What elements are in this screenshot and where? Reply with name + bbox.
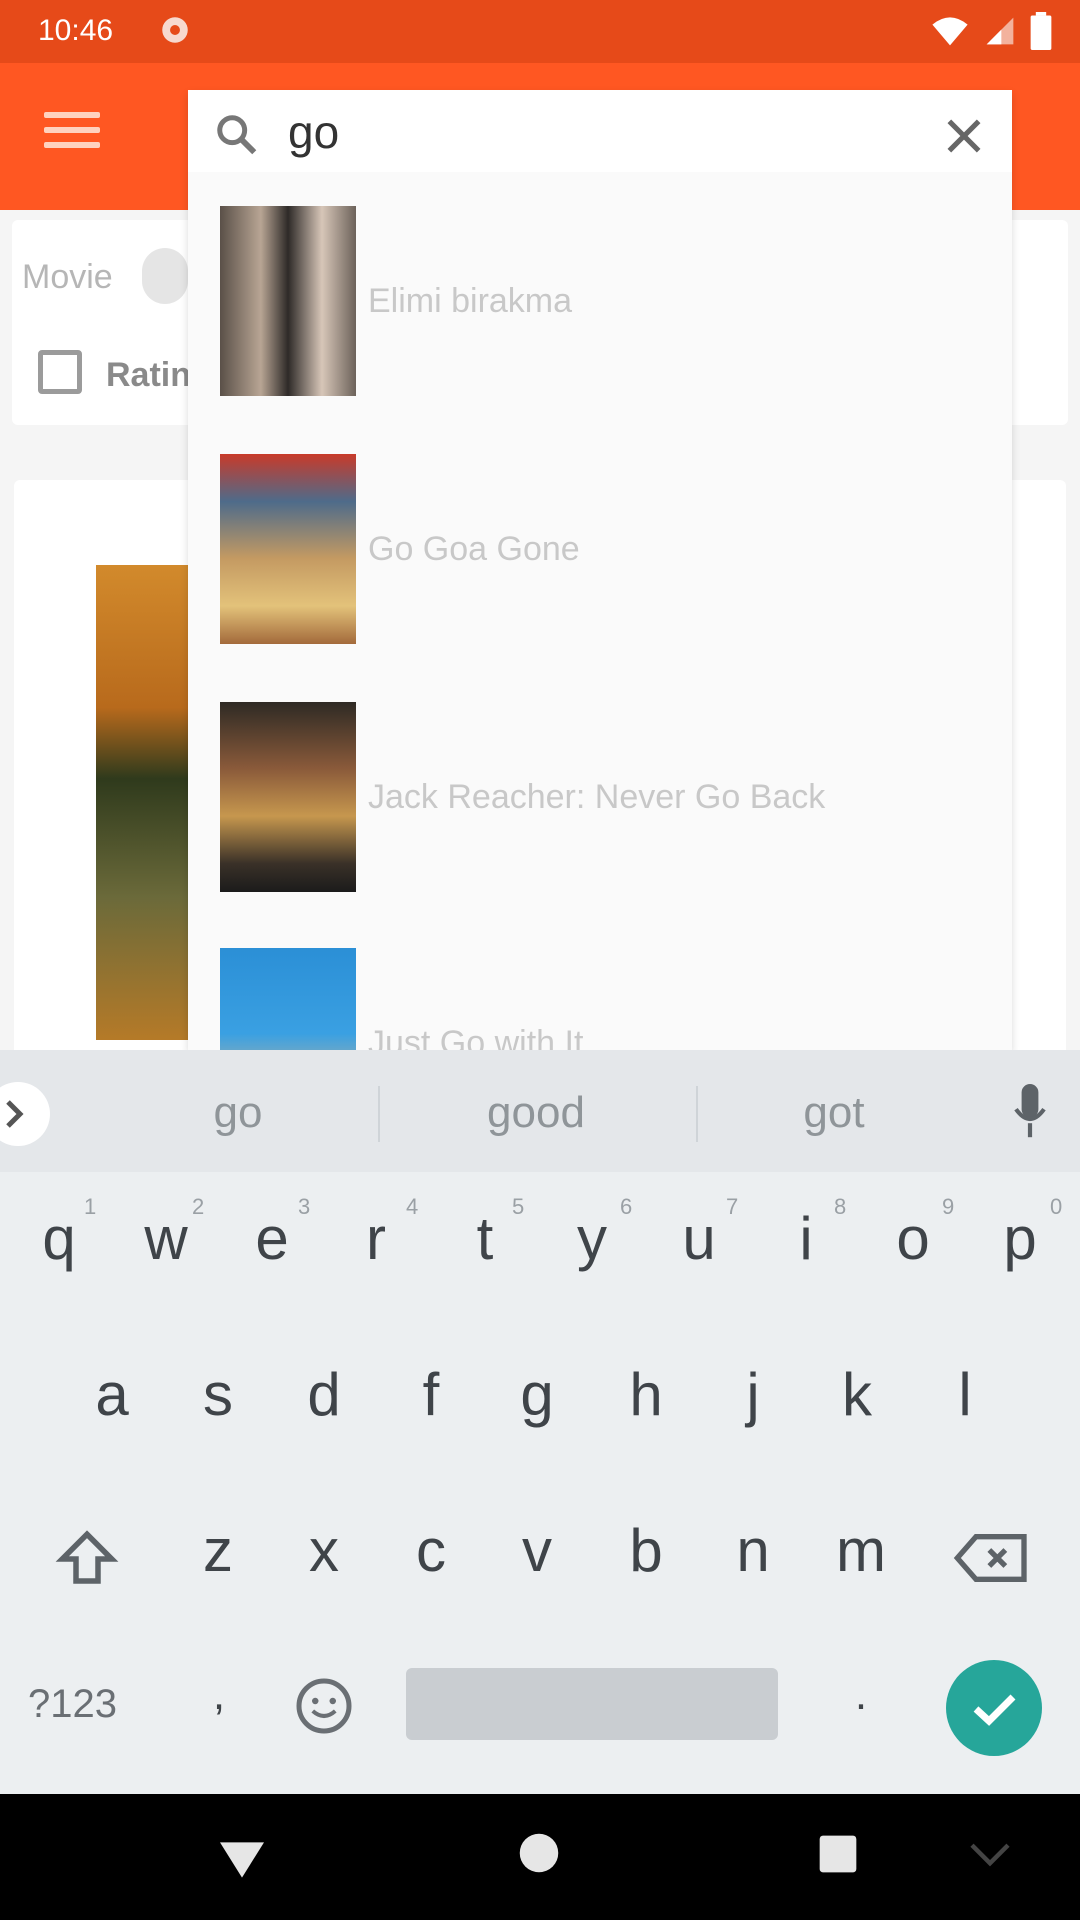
suggestion-title: Go Goa Gone: [368, 530, 580, 568]
rating-checkbox[interactable]: [38, 350, 82, 394]
shift-icon[interactable]: [54, 1526, 120, 1592]
rating-filter-label: Ratin: [106, 356, 191, 394]
movie-poster-thumbnail: [220, 702, 356, 892]
emoji-icon[interactable]: [294, 1676, 354, 1736]
signal-icon: [986, 17, 1014, 45]
key-h[interactable]: h: [601, 1360, 691, 1429]
key-n[interactable]: n: [708, 1516, 798, 1585]
settings-icon: [162, 17, 188, 43]
key-hint: 4: [406, 1194, 419, 1219]
key-hint: 9: [942, 1194, 955, 1219]
close-icon[interactable]: [942, 114, 986, 158]
key-b[interactable]: b: [601, 1516, 691, 1585]
suggestion-title: Elimi birakma: [368, 282, 573, 320]
key-hint: 0: [1050, 1194, 1063, 1219]
key-comma[interactable]: ,: [174, 1670, 264, 1720]
key-hint: 5: [512, 1194, 525, 1219]
key-k[interactable]: k: [812, 1360, 902, 1429]
navigation-bar: [0, 1794, 1080, 1920]
movie-poster-thumbnail: [220, 948, 356, 1050]
space-bar[interactable]: [406, 1668, 778, 1740]
check-icon: [973, 1694, 1016, 1726]
suggestion-title: Jack Reacher: Never Go Back: [368, 778, 826, 816]
suggestion-divider: [696, 1086, 698, 1142]
keyboard-expand-button[interactable]: [0, 1082, 50, 1146]
recents-icon[interactable]: [818, 1834, 858, 1874]
key-d[interactable]: d: [279, 1360, 369, 1429]
mic-icon[interactable]: [1012, 1084, 1048, 1140]
key-hint: 7: [726, 1194, 739, 1219]
key-g[interactable]: g: [492, 1360, 582, 1429]
movie-poster: [96, 565, 192, 1040]
key-s[interactable]: s: [173, 1360, 263, 1429]
menu-icon[interactable]: [44, 112, 100, 156]
suggestion-item[interactable]: Go Goa Gone: [188, 454, 1012, 702]
key-c[interactable]: c: [386, 1516, 476, 1585]
home-icon[interactable]: [518, 1832, 560, 1874]
key-hint: 6: [620, 1194, 633, 1219]
enter-button[interactable]: [946, 1660, 1042, 1756]
key-v[interactable]: v: [492, 1516, 582, 1585]
status-bar: 10:46: [0, 0, 1080, 63]
keyboard-suggestion[interactable]: good: [436, 1088, 636, 1138]
key-f[interactable]: f: [386, 1360, 476, 1429]
key-hint: 8: [834, 1194, 847, 1219]
key-hint: 2: [192, 1194, 205, 1219]
suggestion-item[interactable]: Jack Reacher: Never Go Back: [188, 702, 1012, 950]
keyboard-suggestion[interactable]: go: [138, 1088, 338, 1138]
key-l[interactable]: l: [920, 1360, 1010, 1429]
status-time: 10:46: [38, 14, 114, 47]
movie-poster-thumbnail: [220, 206, 356, 396]
suggestion-item[interactable]: Just Go with It: [188, 948, 1012, 1050]
key-hint: 1: [84, 1194, 97, 1219]
search-icon: [217, 115, 257, 155]
keyboard-hide-icon[interactable]: [968, 1838, 1012, 1874]
suggestion-divider: [378, 1086, 380, 1142]
keyboard-suggestion[interactable]: got: [734, 1088, 934, 1138]
symbols-key[interactable]: ?123: [28, 1682, 117, 1727]
battery-icon: [1030, 12, 1052, 50]
wifi-icon: [932, 17, 968, 46]
backspace-icon[interactable]: [952, 1530, 1032, 1586]
search-input[interactable]: [288, 106, 908, 158]
chevron-right-icon: [6, 1100, 24, 1128]
key-m[interactable]: m: [816, 1516, 906, 1585]
system-icons: [930, 12, 1052, 50]
key-x[interactable]: x: [279, 1516, 369, 1585]
movie-poster-thumbnail: [220, 454, 356, 644]
key-a[interactable]: a: [67, 1360, 157, 1429]
key-period[interactable]: .: [816, 1670, 906, 1720]
key-j[interactable]: j: [708, 1360, 798, 1429]
suggestion-title: Just Go with It: [368, 1024, 584, 1050]
movie-filter-toggle[interactable]: [142, 248, 188, 304]
key-z[interactable]: z: [173, 1516, 263, 1585]
back-icon[interactable]: [214, 1838, 270, 1882]
key-hint: 3: [298, 1194, 311, 1219]
suggestion-item[interactable]: Elimi birakma: [188, 206, 1012, 454]
movie-filter-label: Movie: [22, 258, 113, 296]
